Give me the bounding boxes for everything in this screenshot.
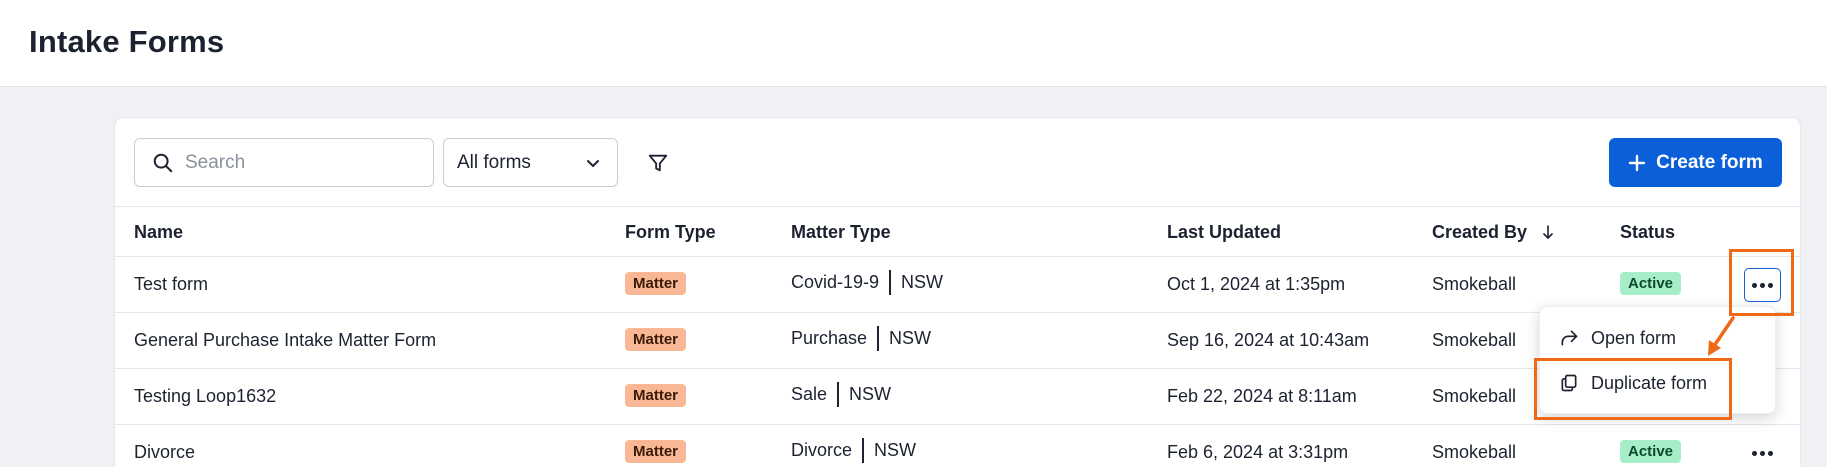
header-created-by-label: Created By: [1432, 222, 1528, 242]
matter-state: NSW: [889, 328, 932, 348]
search-input[interactable]: [185, 149, 415, 177]
matter-type: Sale: [791, 384, 828, 404]
share-arrow-icon: [1561, 330, 1578, 346]
create-form-button[interactable]: Create form: [1609, 138, 1782, 187]
filter-icon: [648, 154, 668, 172]
more-icon: [1752, 450, 1757, 456]
status-badge: Active: [1620, 440, 1682, 463]
row-actions-button[interactable]: [1744, 436, 1781, 467]
divider: [862, 438, 865, 463]
matter-type-cell: Purchase NSW: [791, 326, 931, 351]
last-updated: Feb 22, 2024 at 8:11am: [1167, 386, 1357, 406]
sort-down-icon: [1543, 225, 1553, 239]
plus-icon: [1628, 154, 1646, 171]
open-form-label: Open form: [1591, 327, 1677, 348]
header-created-by[interactable]: Created By: [1432, 222, 1554, 243]
status-badge: Active: [1620, 272, 1682, 295]
matter-type-cell: Sale NSW: [791, 382, 891, 407]
header-form-type[interactable]: Form Type: [625, 222, 716, 243]
forms-filter-select[interactable]: All forms: [443, 138, 618, 187]
last-updated: Sep 16, 2024 at 10:43am: [1167, 330, 1370, 350]
matter-type-cell: Divorce NSW: [791, 438, 916, 463]
matter-state: NSW: [874, 440, 917, 460]
matter-type: Purchase: [791, 328, 868, 348]
created-by: Smokeball: [1432, 442, 1517, 462]
more-icon-dot: [1768, 450, 1773, 456]
created-by: Smokeball: [1432, 386, 1517, 406]
divider: [889, 270, 892, 295]
chevron-down-icon: [587, 160, 599, 167]
form-type-badge: Matter: [625, 384, 687, 407]
matter-type-cell: Covid-19-9 NSW: [791, 270, 943, 295]
divider: [837, 382, 840, 407]
table-row[interactable]: Divorce Matter Divorce NSW Feb 6, 2024 a…: [115, 425, 1802, 467]
row-name: Divorce: [134, 442, 196, 462]
top-bar: Intake Forms: [0, 0, 1827, 87]
divider: [877, 326, 880, 351]
forms-filter-value: All forms: [457, 152, 531, 173]
header-status[interactable]: Status: [1620, 222, 1675, 243]
annotation-highlight-actions: [1729, 249, 1794, 316]
form-type-badge: Matter: [625, 440, 687, 463]
matter-type: Divorce: [791, 440, 853, 460]
search-box[interactable]: [134, 138, 434, 187]
matter-state: NSW: [849, 384, 892, 404]
created-by: Smokeball: [1432, 330, 1517, 350]
created-by: Smokeball: [1432, 274, 1517, 294]
page-title: Intake Forms: [29, 24, 225, 59]
table-row[interactable]: Test form Matter Covid-19-9 NSW Oct 1, 2…: [115, 257, 1802, 313]
header-matter-type[interactable]: Matter Type: [791, 222, 891, 243]
form-type-badge: Matter: [625, 272, 687, 295]
row-name: Test form: [134, 274, 209, 294]
more-icon-dot: [1760, 450, 1765, 456]
search-icon: [153, 153, 173, 173]
matter-state: NSW: [901, 272, 944, 292]
last-updated: Oct 1, 2024 at 1:35pm: [1167, 274, 1346, 294]
filter-button[interactable]: [640, 145, 676, 181]
last-updated: Feb 6, 2024 at 3:31pm: [1167, 442, 1349, 462]
row-name: Testing Loop1632: [134, 386, 277, 406]
form-type-badge: Matter: [625, 328, 687, 351]
open-form-menu-item[interactable]: Open form: [1540, 316, 1777, 360]
matter-type: Covid-19-9: [791, 272, 880, 292]
header-name[interactable]: Name: [134, 222, 183, 243]
row-name: General Purchase Intake Matter Form: [134, 330, 437, 350]
annotation-highlight-duplicate: [1534, 358, 1732, 420]
table-header: Name Form Type Matter Type Last Updated …: [115, 206, 1802, 257]
header-last-updated[interactable]: Last Updated: [1167, 222, 1281, 243]
create-form-label: Create form: [1656, 151, 1763, 173]
